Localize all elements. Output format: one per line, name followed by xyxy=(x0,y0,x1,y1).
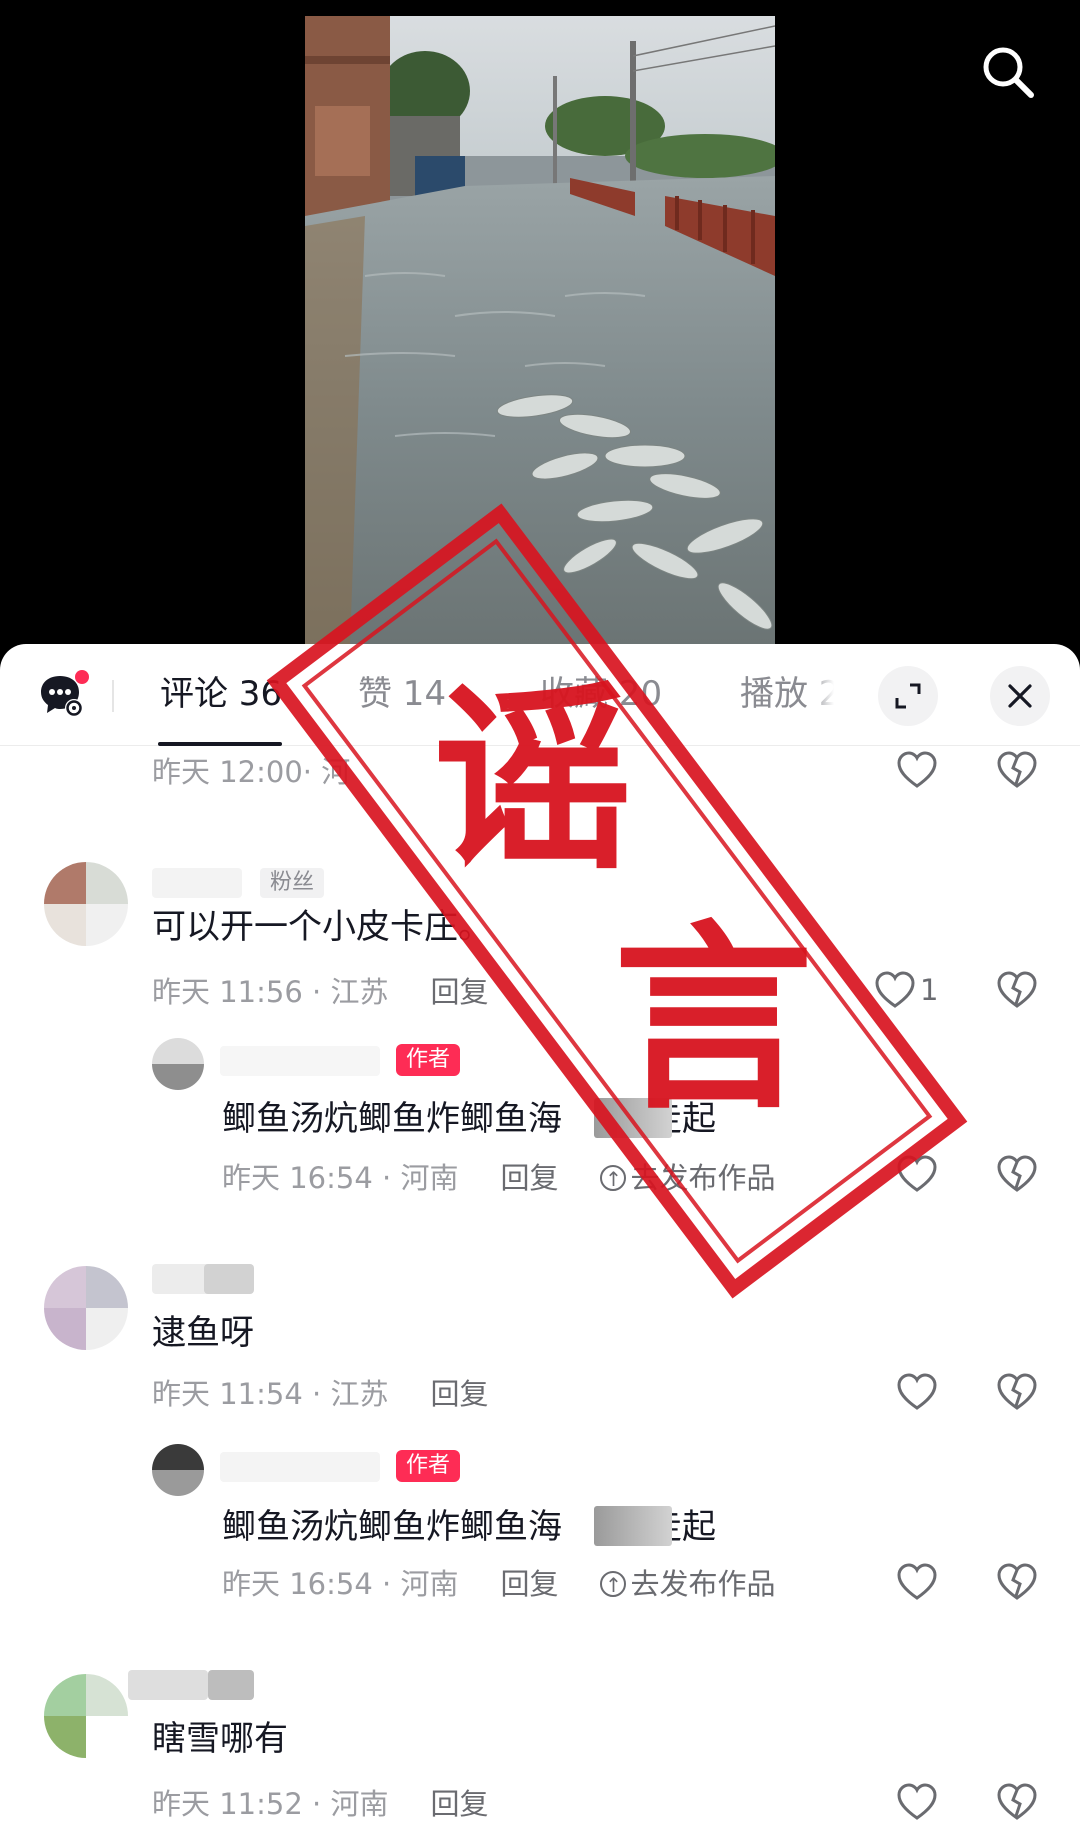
heart-icon xyxy=(897,1783,937,1820)
reply-time: 昨天 16:54 · 河南 xyxy=(222,1567,459,1601)
username-blurred xyxy=(204,1264,254,1294)
comment-time: 昨天 12:00 xyxy=(152,755,303,789)
broken-heart-icon xyxy=(997,1155,1037,1192)
comment-meta: 昨天 11:52 · 河南 回复 xyxy=(152,1786,488,1822)
chat-settings-button[interactable] xyxy=(38,670,90,722)
reply-meta: 昨天 16:54 · 河南 回复 去发布作品 xyxy=(222,1160,775,1197)
search-button[interactable] xyxy=(974,38,1042,106)
username-blurred[interactable] xyxy=(152,868,242,898)
broken-heart-icon xyxy=(997,751,1037,788)
like-button[interactable] xyxy=(896,1782,938,1822)
heart-icon xyxy=(897,1563,937,1600)
heart-icon xyxy=(897,1373,937,1410)
expand-icon xyxy=(895,683,921,709)
dislike-button[interactable] xyxy=(996,1562,1038,1606)
dislike-button[interactable] xyxy=(996,1154,1038,1198)
comment-meta: 昨天 12:00· 河 xyxy=(152,754,350,790)
broken-heart-icon xyxy=(997,1373,1037,1410)
chat-bubble-icon xyxy=(41,670,89,717)
tab-favorites[interactable]: 收藏 20 xyxy=(540,674,662,714)
broken-heart-icon xyxy=(997,1783,1037,1820)
author-badge: 作者 xyxy=(396,1044,461,1076)
comment-time: 昨天 11:52 · 河南 xyxy=(152,1787,389,1821)
video-player[interactable] xyxy=(0,0,1080,660)
notification-dot xyxy=(75,670,89,684)
comment-text: 逮鱼呀 xyxy=(152,1313,254,1353)
publish-work-link[interactable]: 去发布作品 xyxy=(600,1161,775,1197)
avatar[interactable] xyxy=(44,1266,128,1350)
dislike-button[interactable] xyxy=(996,1372,1038,1416)
reply-button[interactable]: 回复 xyxy=(430,975,488,1009)
comment-text: 瞎雪哪有 xyxy=(152,1719,288,1759)
comment-meta: 昨天 11:54 · 江苏 回复 xyxy=(152,1376,488,1412)
close-icon xyxy=(1008,684,1032,708)
like-button[interactable] xyxy=(896,1372,938,1412)
comment-location: · 河 xyxy=(302,755,351,789)
reply-meta: 昨天 16:54 · 河南 回复 去发布作品 xyxy=(222,1566,775,1603)
comment-list[interactable]: 昨天 12:00· 河 粉丝 可以开一个小皮卡庄。 昨天 11:56 · 江苏回… xyxy=(0,746,1080,1843)
comment-text: 可以开一个小皮卡庄。 xyxy=(152,907,492,947)
broken-heart-icon xyxy=(997,971,1037,1008)
upload-icon xyxy=(600,1161,627,1197)
expand-button[interactable] xyxy=(878,666,938,726)
heart-icon xyxy=(897,751,937,788)
upload-icon xyxy=(600,1567,627,1603)
author-badge: 作者 xyxy=(396,1450,461,1482)
comment-time: 昨天 11:54 · 江苏 xyxy=(152,1377,389,1411)
reply-avatar[interactable] xyxy=(152,1444,204,1496)
video-frame[interactable] xyxy=(305,16,775,646)
comment-sheet: 评论 36 赞 14 收藏 20 播放 2 昨天 12:00· 河 粉丝 可以开… xyxy=(0,644,1080,1843)
close-button[interactable] xyxy=(990,666,1050,726)
username-blurred[interactable] xyxy=(220,1046,380,1076)
tabs-fade xyxy=(810,644,870,744)
username-blurred[interactable] xyxy=(220,1452,380,1482)
broken-heart-icon xyxy=(997,1563,1037,1600)
heart-icon xyxy=(897,1155,937,1192)
comment-tabbar: 评论 36 赞 14 收藏 20 播放 2 xyxy=(0,644,1080,746)
heart-icon xyxy=(875,971,915,1008)
avatar[interactable] xyxy=(44,1674,128,1758)
comment-meta: 昨天 11:56 · 江苏 回复 xyxy=(152,974,488,1010)
redacted-text xyxy=(594,1098,672,1138)
reply-avatar[interactable] xyxy=(152,1038,204,1090)
reply-button[interactable]: 回复 xyxy=(500,1567,558,1601)
flooded-street-video xyxy=(305,16,775,646)
avatar[interactable] xyxy=(44,862,128,946)
like-button[interactable] xyxy=(896,750,938,790)
reply-time: 昨天 16:54 · 河南 xyxy=(222,1161,459,1195)
username-blurred xyxy=(208,1670,254,1700)
search-icon xyxy=(983,47,1034,98)
like-button[interactable]: 1 xyxy=(874,970,938,1010)
redacted-text xyxy=(594,1506,672,1546)
fan-badge: 粉丝 xyxy=(260,868,325,898)
reply-button[interactable]: 回复 xyxy=(430,1377,488,1411)
reply-button[interactable]: 回复 xyxy=(500,1161,558,1195)
reply-button[interactable]: 回复 xyxy=(430,1787,488,1821)
tab-comments[interactable]: 评论 36 xyxy=(160,674,282,714)
like-count: 1 xyxy=(920,973,939,1007)
dislike-button[interactable] xyxy=(996,750,1038,794)
comment-time: 昨天 11:56 · 江苏 xyxy=(152,975,389,1009)
tab-likes[interactable]: 赞 14 xyxy=(358,674,446,714)
dislike-button[interactable] xyxy=(996,970,1038,1014)
like-button[interactable] xyxy=(896,1154,938,1194)
like-button[interactable] xyxy=(896,1562,938,1602)
tab-divider xyxy=(112,680,114,712)
username-blurred[interactable] xyxy=(128,1670,208,1700)
dislike-button[interactable] xyxy=(996,1782,1038,1826)
publish-work-link[interactable]: 去发布作品 xyxy=(600,1567,775,1603)
